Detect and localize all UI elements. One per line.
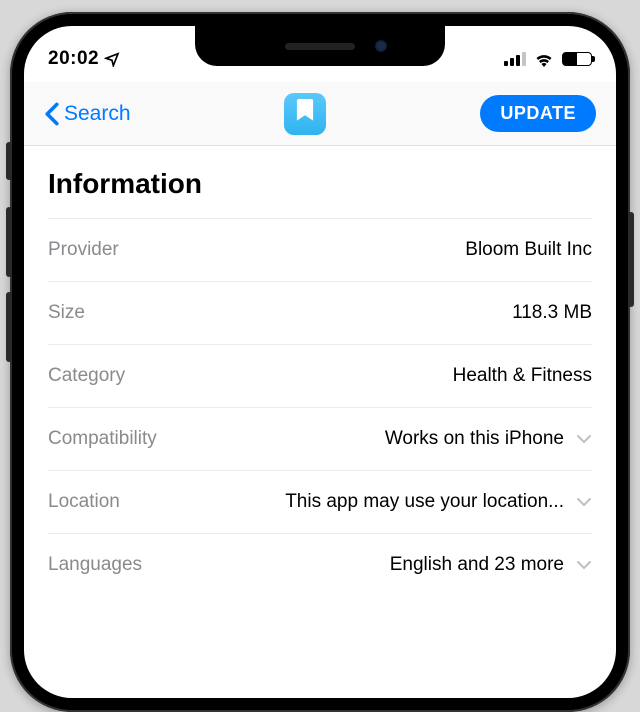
update-button[interactable]: UPDATE bbox=[480, 95, 596, 132]
phone-frame: 20:02 Search UPDATE Infor bbox=[10, 12, 630, 712]
row-value: This app may use your location... bbox=[285, 491, 564, 513]
nav-bar: Search UPDATE bbox=[24, 82, 616, 146]
chevron-down-icon bbox=[576, 497, 592, 507]
row-location[interactable]: Location This app may use your location.… bbox=[48, 470, 592, 533]
row-compatibility[interactable]: Compatibility Works on this iPhone bbox=[48, 407, 592, 470]
row-label: Size bbox=[48, 302, 85, 324]
back-label: Search bbox=[64, 102, 131, 126]
chevron-down-icon bbox=[576, 560, 592, 570]
chevron-left-icon bbox=[44, 102, 60, 126]
screen: 20:02 Search UPDATE Infor bbox=[24, 26, 616, 698]
row-provider: Provider Bloom Built Inc bbox=[48, 218, 592, 281]
status-time: 20:02 bbox=[48, 48, 99, 70]
chevron-down-icon bbox=[576, 434, 592, 444]
back-button[interactable]: Search bbox=[44, 102, 131, 126]
row-label: Compatibility bbox=[48, 428, 157, 450]
row-label: Category bbox=[48, 365, 125, 387]
row-value: 118.3 MB bbox=[512, 302, 592, 324]
cell-signal-icon bbox=[504, 52, 526, 66]
wifi-icon bbox=[534, 52, 554, 67]
row-value: Works on this iPhone bbox=[385, 428, 564, 450]
row-size: Size 118.3 MB bbox=[48, 281, 592, 344]
row-value: Bloom Built Inc bbox=[465, 239, 592, 261]
battery-icon bbox=[562, 52, 592, 66]
row-category: Category Health & Fitness bbox=[48, 344, 592, 407]
information-section: Information Provider Bloom Built Inc Siz… bbox=[24, 146, 616, 596]
row-label: Provider bbox=[48, 239, 119, 261]
app-icon bbox=[284, 93, 326, 135]
section-title: Information bbox=[48, 168, 592, 200]
row-label: Languages bbox=[48, 554, 142, 576]
row-value: Health & Fitness bbox=[453, 365, 592, 387]
row-value: English and 23 more bbox=[390, 554, 564, 576]
row-languages[interactable]: Languages English and 23 more bbox=[48, 533, 592, 596]
location-services-icon bbox=[104, 51, 120, 67]
row-label: Location bbox=[48, 491, 120, 513]
notch bbox=[195, 26, 445, 66]
bookmark-icon bbox=[296, 99, 314, 123]
